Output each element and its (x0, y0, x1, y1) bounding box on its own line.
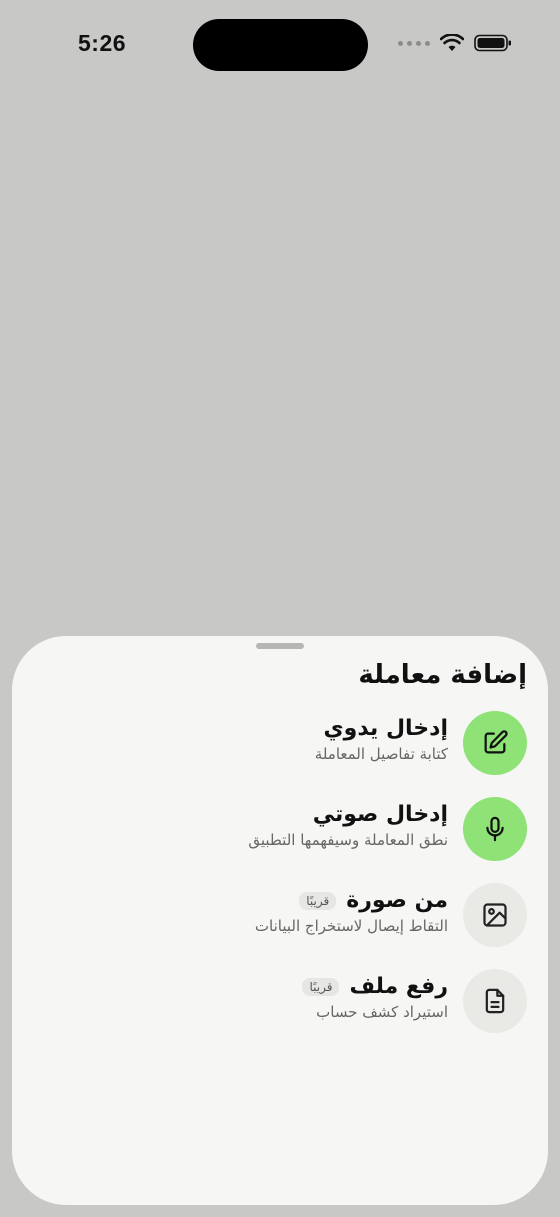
edit-icon (463, 711, 527, 775)
options-list: إدخال يدوي كتابة تفاصيل المعاملة إدخال ص… (12, 708, 548, 1052)
option-subtitle: نطق المعاملة وسيفهمها التطبيق (248, 831, 448, 849)
option-subtitle: استيراد كشف حساب (316, 1003, 448, 1021)
option-text: من صورة قريبًا التقاط إيصال لاستخراج الب… (255, 888, 448, 935)
option-subtitle: التقاط إيصال لاستخراج البيانات (254, 917, 448, 935)
cellular-signal-icon (398, 40, 430, 46)
option-title: إدخال صوتي (312, 802, 448, 827)
option-from-image[interactable]: من صورة قريبًا التقاط إيصال لاستخراج الب… (12, 880, 548, 966)
option-upload-file[interactable]: رفع ملف قريبًا استيراد كشف حساب (12, 966, 548, 1052)
dynamic-island (193, 19, 368, 71)
coming-soon-badge: قريبًا (299, 891, 337, 910)
file-icon (463, 969, 527, 1033)
status-time: 5:26 (78, 30, 127, 56)
option-text: رفع ملف قريبًا استيراد كشف حساب (302, 974, 448, 1021)
sheet-grabber[interactable] (256, 643, 304, 649)
microphone-icon (463, 797, 527, 861)
battery-icon (474, 34, 512, 52)
sheet-title: إضافة معاملة (358, 660, 527, 690)
option-title: رفع ملف (349, 974, 448, 999)
option-voice-entry[interactable]: إدخال صوتي نطق المعاملة وسيفهمها التطبيق (12, 794, 548, 880)
image-icon (463, 883, 527, 947)
status-icons (398, 34, 512, 52)
option-text: إدخال يدوي كتابة تفاصيل المعاملة (315, 716, 448, 763)
option-manual-entry[interactable]: إدخال يدوي كتابة تفاصيل المعاملة (12, 708, 548, 794)
option-subtitle: كتابة تفاصيل المعاملة (314, 745, 448, 763)
wifi-icon (440, 34, 464, 52)
add-transaction-sheet: إضافة معاملة إدخال يدوي كتابة تفاصيل الم… (12, 636, 548, 1205)
option-title: إدخال يدوي (323, 716, 448, 741)
option-title: من صورة (346, 888, 448, 913)
screen: 5:26 إضافة معاملة إدخال يدوي كتابة تفاصي… (0, 0, 560, 1217)
option-text: إدخال صوتي نطق المعاملة وسيفهمها التطبيق (248, 802, 448, 849)
coming-soon-badge: قريبًا (302, 977, 340, 996)
